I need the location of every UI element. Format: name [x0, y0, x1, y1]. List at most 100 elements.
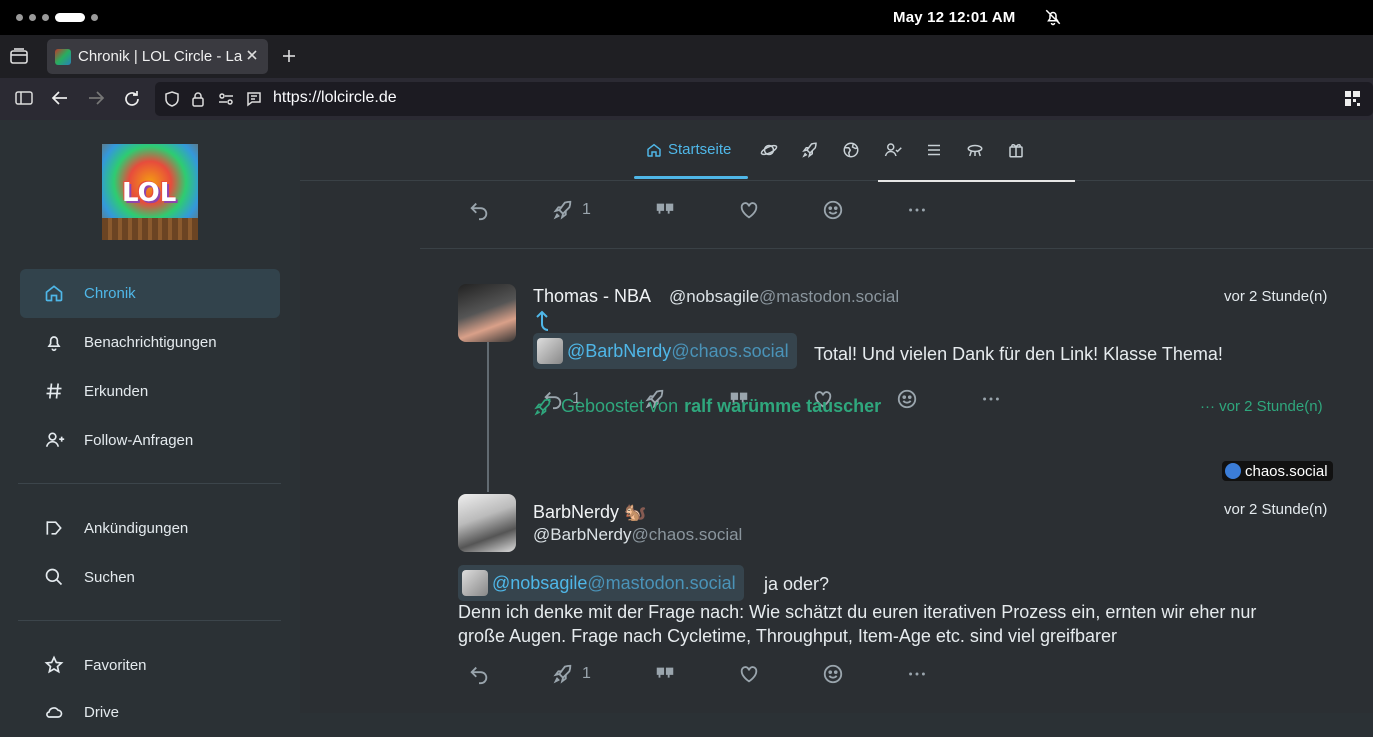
more-button[interactable] — [980, 388, 1002, 410]
antenna-icon[interactable] — [966, 141, 984, 159]
smile-icon — [897, 389, 917, 409]
sidebar: LOL Chronik Benachrichtigungen Erkunden … — [0, 120, 300, 721]
reaction-button[interactable] — [896, 388, 918, 410]
author-handle[interactable]: @nobsagile@mastodon.social — [669, 287, 899, 307]
like-button[interactable] — [738, 663, 760, 685]
author-name[interactable]: Thomas - NBA — [533, 286, 651, 307]
sidebar-item-label: Favoriten — [84, 657, 147, 674]
author-handle[interactable]: @BarbNerdy@chaos.social — [533, 525, 742, 545]
browser-tab[interactable]: Chronik | LOL Circle - La — [47, 39, 268, 74]
shield-icon[interactable] — [164, 91, 180, 107]
renote-time[interactable]: ··· vor 2 Stunde(n) — [1200, 398, 1323, 415]
author-name-text: BarbNerdy — [533, 502, 620, 522]
renote-more[interactable]: ··· — [1200, 398, 1215, 415]
sidebar-item-announcements[interactable]: Ankündigungen — [20, 504, 280, 553]
renote-button[interactable]: 1 — [552, 663, 591, 685]
thread-line — [487, 342, 489, 492]
renote-button[interactable]: 1 — [552, 199, 591, 221]
sidebar-item-label: Benachrichtigungen — [84, 334, 217, 351]
notifications-muted-icon[interactable] — [1044, 8, 1062, 26]
reader-view-icon[interactable] — [246, 91, 262, 107]
note-text: Total! Und vielen Dank für den Link! Kla… — [814, 344, 1223, 364]
handle-user: @BarbNerdy — [533, 525, 632, 544]
permissions-icon[interactable] — [218, 91, 234, 107]
avatar[interactable] — [458, 494, 516, 552]
sidebar-divider — [18, 620, 281, 621]
sidebar-item-search[interactable]: Suchen — [20, 553, 280, 602]
sidebar-item-chronik[interactable]: Chronik — [20, 269, 280, 318]
reaction-button[interactable] — [822, 663, 844, 685]
like-button[interactable] — [738, 199, 760, 221]
mention-chip[interactable]: @nobsagile @mastodon.social — [458, 565, 744, 601]
more-button[interactable] — [906, 663, 928, 685]
reply-button[interactable] — [468, 663, 490, 685]
workspace-dot — [16, 14, 23, 21]
avatar[interactable] — [458, 284, 516, 342]
reload-icon[interactable] — [123, 90, 141, 108]
note-time[interactable]: vor 2 Stunde(n) — [1224, 501, 1327, 518]
author-name-emoji: 🐿️ — [624, 502, 647, 522]
rocket-icon — [553, 664, 572, 684]
globe-icon[interactable] — [842, 141, 860, 159]
sidebar-item-favorites[interactable]: Favoriten — [20, 641, 280, 690]
rocket-icon — [553, 200, 572, 220]
logo-text: LOL — [122, 178, 177, 208]
reply-button[interactable] — [468, 199, 490, 221]
sidebar-divider — [18, 483, 281, 484]
sidebar-item-notifications[interactable]: Benachrichtigungen — [20, 318, 280, 367]
gift-icon[interactable] — [1007, 141, 1025, 159]
renote-time-text: vor 2 Stunde(n) — [1219, 398, 1323, 415]
home-icon — [647, 143, 661, 157]
list-icon[interactable] — [925, 141, 943, 159]
more-icon — [983, 397, 999, 401]
close-icon[interactable] — [245, 48, 259, 62]
back-icon[interactable] — [51, 90, 69, 106]
extensions-grid-icon[interactable] — [1345, 91, 1360, 106]
sidebar-toggle-icon[interactable] — [15, 90, 33, 106]
url-text[interactable]: https://lolcircle.de — [273, 89, 397, 107]
note-time[interactable]: vor 2 Stunde(n) — [1224, 288, 1327, 305]
more-button[interactable] — [906, 199, 928, 221]
mention-avatar — [537, 338, 563, 364]
mention-chip[interactable]: @BarbNerdy @chaos.social — [533, 333, 797, 369]
quote-button[interactable] — [654, 199, 676, 221]
renoted-by-name[interactable]: ralf warümme tauscher — [684, 396, 881, 417]
planet-icon[interactable] — [760, 141, 778, 159]
mention-avatar — [462, 570, 488, 596]
main-content: Startseite 1 Thomas - NBA @nobsagile@mas… — [300, 120, 1373, 713]
note-text: Denn ich denke mit der Frage nach: Wie s… — [458, 602, 1257, 622]
instance-icon — [1225, 463, 1241, 479]
megaphone-icon — [44, 518, 64, 538]
workspace-dot — [42, 14, 49, 21]
timeline: 1 Thomas - NBA @nobsagile@mastodon.socia… — [420, 181, 1373, 713]
reaction-button[interactable] — [822, 199, 844, 221]
author-name[interactable]: BarbNerdy 🐿️ — [533, 502, 646, 523]
tab-home-label: Startseite — [668, 141, 732, 158]
rocket-icon[interactable] — [801, 141, 819, 159]
rocket-icon — [534, 398, 551, 416]
lock-icon[interactable] — [191, 91, 205, 107]
logo-fence — [102, 218, 198, 240]
hash-icon — [44, 381, 64, 401]
new-tab-icon[interactable] — [281, 48, 297, 64]
quote-button[interactable] — [654, 663, 676, 685]
note-actions: 1 — [468, 663, 968, 693]
forward-icon[interactable] — [87, 90, 105, 106]
instance-ticker[interactable]: chaos.social — [1222, 461, 1333, 481]
sidebar-item-label: Ankündigungen — [84, 520, 189, 537]
handle-domain: @chaos.social — [631, 525, 743, 544]
renoted-by-line[interactable]: Geboostet von ralf warümme tauscher — [533, 396, 881, 417]
clock[interactable]: May 12 12:01 AM — [893, 9, 1016, 26]
sidebar-item-follow-requests[interactable]: Follow-Anfragen — [20, 416, 280, 465]
mention-user: @nobsagile — [492, 572, 588, 593]
tab-home[interactable]: Startseite — [646, 141, 731, 158]
favicon-icon — [55, 48, 71, 65]
user-check-icon[interactable] — [883, 141, 903, 159]
tab-list-icon[interactable] — [10, 48, 28, 64]
workspace-indicator[interactable] — [16, 13, 98, 22]
reply-icon — [470, 666, 488, 685]
tab-title: Chronik | LOL Circle - La — [78, 48, 243, 65]
sidebar-item-label: Chronik — [84, 285, 136, 302]
instance-logo[interactable]: LOL — [102, 144, 198, 240]
sidebar-item-explore[interactable]: Erkunden — [20, 367, 280, 416]
